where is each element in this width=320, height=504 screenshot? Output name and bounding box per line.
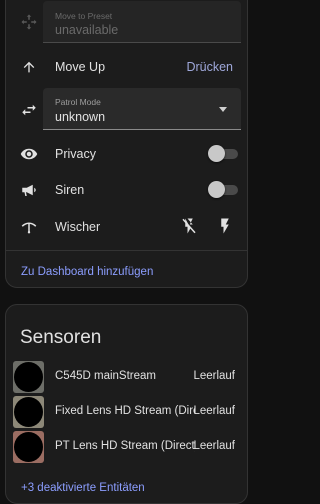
- wiper-label: Wischer: [55, 220, 101, 234]
- patrol-row: Patrol Mode unknown: [6, 88, 247, 132]
- add-to-dashboard-link[interactable]: Zu Dashboard hinzufügen: [21, 266, 153, 278]
- patrol-mode-label: Patrol Mode: [55, 97, 101, 107]
- sensor-name: Fixed Lens HD Stream (Direct): [55, 405, 195, 417]
- siren-toggle[interactable]: [208, 181, 240, 198]
- sensor-name: C545D mainStream: [55, 370, 156, 382]
- sensor-thumbnail: [13, 361, 44, 393]
- flash-icon[interactable]: [216, 217, 236, 237]
- move-up-label: Move Up: [55, 60, 106, 74]
- chevron-down-icon: [219, 107, 227, 112]
- swap-arrows-icon: [18, 99, 40, 121]
- sensor-thumbnail: [13, 396, 44, 428]
- sensor-state: Leerlauf: [193, 440, 235, 452]
- camera-controls-card: Move to Preset unavailable Move Up Drück…: [5, 0, 248, 288]
- siren-label: Siren: [55, 183, 85, 197]
- move-up-press-button[interactable]: Drücken: [186, 60, 233, 74]
- siren-toggle-thumb: [208, 181, 225, 198]
- sensor-thumbnail: [13, 431, 44, 463]
- sensor-row-2[interactable]: PT Lens HD Stream (Direct) Leerlauf: [6, 431, 247, 463]
- sensor-name: PT Lens HD Stream (Direct): [55, 440, 195, 452]
- preset-row: Move to Preset unavailable: [6, 1, 247, 45]
- arrow-up-icon: [18, 56, 40, 78]
- disabled-entities-link[interactable]: +3 deaktivierte Entitäten: [21, 482, 145, 494]
- patrol-mode-select[interactable]: Patrol Mode unknown: [43, 88, 241, 130]
- wiper-row: Wischer: [6, 212, 247, 242]
- preset-select-label: Move to Preset: [55, 11, 113, 21]
- privacy-label: Privacy: [55, 147, 96, 161]
- patrol-mode-value: unknown: [55, 110, 106, 124]
- megaphone-icon: [18, 179, 40, 201]
- sensors-title: Sensoren: [20, 327, 102, 348]
- privacy-toggle-thumb: [208, 145, 225, 162]
- wiper-icon: [18, 216, 40, 238]
- privacy-row: Privacy: [6, 139, 247, 169]
- siren-row: Siren: [6, 175, 247, 205]
- flash-off-icon[interactable]: [180, 217, 200, 237]
- sensor-state: Leerlauf: [193, 405, 235, 417]
- sensor-row-0[interactable]: C545D mainStream Leerlauf: [6, 361, 247, 393]
- preset-select-value: unavailable: [55, 23, 119, 37]
- sensor-state: Leerlauf: [193, 370, 235, 382]
- move-arrows-icon: [18, 11, 40, 33]
- move-up-row: Move Up Drücken: [6, 53, 247, 81]
- eye-icon: [18, 143, 40, 165]
- preset-select[interactable]: Move to Preset unavailable: [43, 1, 241, 43]
- sensors-card: Sensoren C545D mainStream Leerlauf Fixed…: [5, 304, 248, 504]
- privacy-toggle[interactable]: [208, 145, 240, 162]
- card-divider: [6, 250, 247, 251]
- sensor-row-1[interactable]: Fixed Lens HD Stream (Direct) Leerlauf: [6, 396, 247, 428]
